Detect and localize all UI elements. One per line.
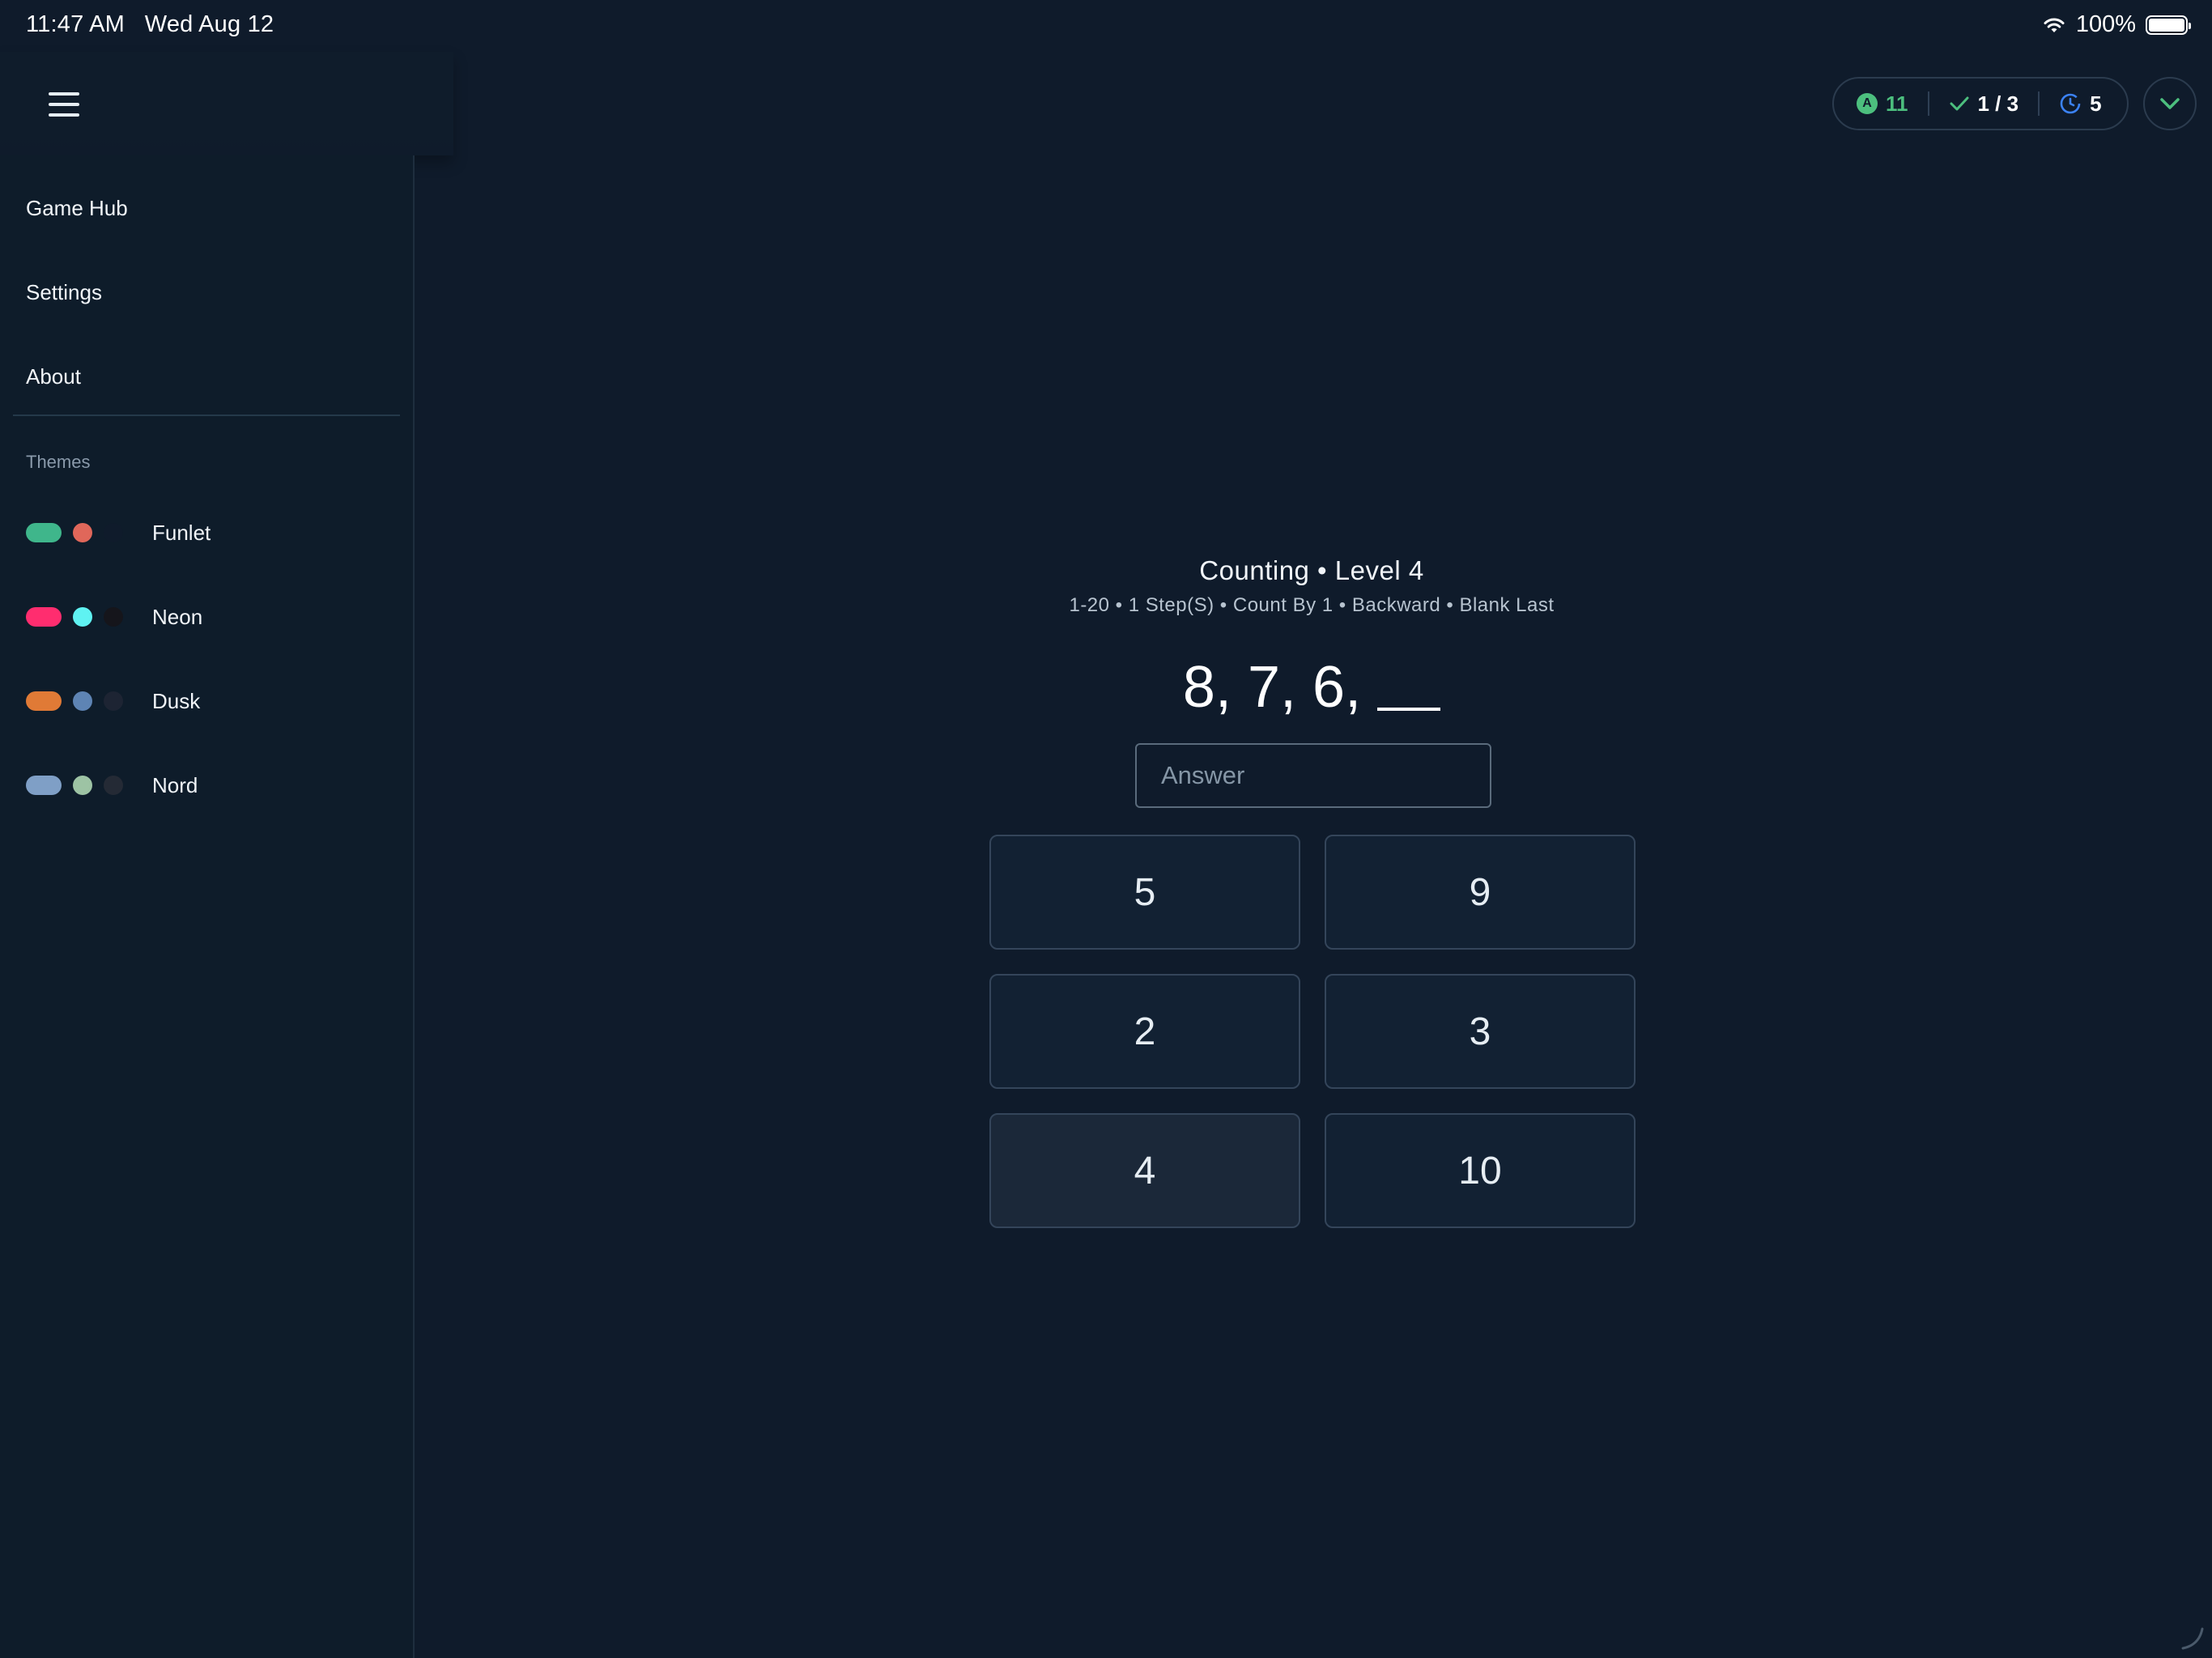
chevron-down-icon [2160, 98, 2180, 109]
game-title: Counting • Level 4 [1199, 555, 1424, 585]
choice-button[interactable]: 2 [989, 974, 1300, 1089]
check-icon [1950, 96, 1968, 111]
sequence-blank [1377, 708, 1441, 711]
theme-swatch-pill [26, 691, 62, 711]
sidebar-divider [13, 414, 400, 416]
answer-choices: 5 9 2 3 4 10 [989, 835, 1637, 1230]
sidebar-item-game-hub[interactable]: Game Hub [26, 196, 128, 221]
theme-swatch-dot [73, 607, 92, 627]
home-indicator-corner-icon [2181, 1627, 2204, 1650]
battery-percent: 100% [2075, 11, 2136, 37]
wifi-icon [2044, 18, 2065, 32]
theme-swatch-dark [104, 691, 123, 711]
number-sequence: 8, 7, 6, [1101, 648, 1522, 721]
theme-option-dusk[interactable]: Dusk [26, 685, 200, 717]
choice-button[interactable]: 10 [1325, 1113, 1636, 1228]
game-subtitle: 1-20 • 1 Step(S) • Count By 1 • Backward… [1069, 594, 1555, 616]
clock-icon [2060, 93, 2081, 114]
battery-icon [2146, 15, 2191, 35]
theme-swatch-dot [73, 776, 92, 795]
theme-label: Funlet [152, 520, 211, 545]
clock-date: Wed Aug 12 [144, 11, 274, 37]
timer-count: 5 [2090, 91, 2102, 116]
status-time: 11:47 AM Wed Aug 12 [26, 11, 274, 38]
progress-count: 1 / 3 [1977, 91, 2019, 116]
clock-time: 11:47 AM [26, 11, 125, 37]
coin-stat: A 11 [1857, 91, 1908, 117]
choice-button[interactable]: 9 [1325, 835, 1636, 950]
theme-swatch-dark [104, 523, 123, 542]
choice-button[interactable]: 4 [989, 1113, 1300, 1228]
theme-label: Nord [152, 772, 198, 797]
coin-count: 11 [1886, 91, 1908, 116]
theme-swatch-dark [104, 607, 123, 627]
theme-swatch-dot [73, 523, 92, 542]
sidebar-item-settings[interactable]: Settings [26, 280, 102, 305]
themes-heading: Themes [26, 452, 91, 472]
stat-divider [2038, 91, 2040, 116]
theme-option-neon[interactable]: Neon [26, 601, 202, 633]
hamburger-menu-icon[interactable] [42, 86, 87, 123]
coin-icon: A [1857, 93, 1878, 114]
collapse-button[interactable] [2143, 77, 2197, 130]
status-indicators: 100% [2042, 11, 2191, 38]
timer-stat: 5 [2059, 91, 2102, 117]
status-bar: 11:47 AM Wed Aug 12 100% [0, 0, 2212, 52]
theme-swatch-pill [26, 607, 62, 627]
theme-option-nord[interactable]: Nord [26, 769, 198, 801]
sequence-numbers: 8, 7, 6, [1182, 655, 1362, 720]
theme-label: Neon [152, 604, 203, 629]
choice-button[interactable]: 3 [1325, 974, 1636, 1089]
sidebar-item-about[interactable]: About [26, 364, 81, 389]
theme-label: Dusk [152, 688, 201, 713]
answer-input[interactable] [1135, 743, 1491, 808]
theme-swatch-dot [73, 691, 92, 711]
progress-stat: 1 / 3 [1949, 91, 2019, 117]
theme-swatch-dark [104, 776, 123, 795]
choice-button[interactable]: 5 [989, 835, 1300, 950]
stat-divider [1927, 91, 1929, 116]
sidebar: Game Hub Settings About Themes Funlet Ne… [0, 155, 415, 1658]
stats-pill: A 11 1 / 3 5 [1832, 77, 2129, 130]
theme-swatch-pill [26, 776, 62, 795]
theme-option-funlet[interactable]: Funlet [26, 517, 211, 549]
theme-swatch-pill [26, 523, 62, 542]
